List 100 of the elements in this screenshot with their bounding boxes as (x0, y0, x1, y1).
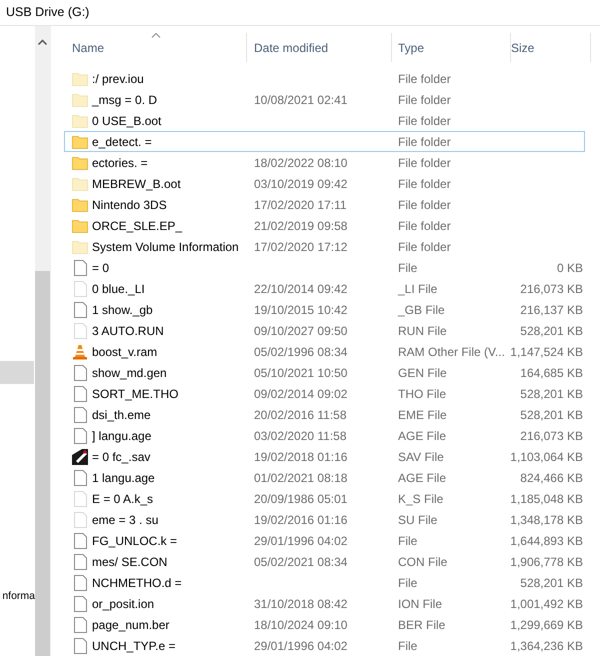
file-row[interactable]: 1 show._gb 19/10/2015 10:42 _GB File 216,137 KB (64, 299, 585, 320)
file-type: File folder (398, 72, 451, 86)
scroll-up-icon[interactable] (38, 39, 47, 45)
file-name: = 0 fc_.sav (92, 448, 150, 466)
file-row[interactable]: E = 0 A.k_s 20/09/1986 05:01 K_S File 1,185,048 KB (64, 488, 585, 509)
file-row[interactable]: page_num.ber 18/10/2024 09:10 BER File 1,299,669 KB (64, 614, 585, 635)
file-type: File folder (398, 176, 451, 190)
nav-item[interactable]: nforma (2, 589, 35, 605)
scroll-thumb[interactable] (35, 271, 50, 656)
file-row[interactable]: FG_UNLOC.k = 29/01/1996 04:02 File 1,644,893 KB (64, 530, 585, 551)
file-type: File (398, 576, 418, 590)
date-modified: 19/10/2015 10:42 (254, 302, 348, 316)
file-row[interactable]: 0 USE_B.oot File folder (64, 110, 585, 131)
file-name: 3 AUTO.RUN (92, 322, 164, 340)
date-modified: 18/02/2022 08:10 (254, 156, 348, 170)
file-row[interactable]: MEBREW_B.oot 03/10/2019 09:42 File folder (64, 173, 585, 194)
file-row[interactable]: eme = 3 . su 19/02/2016 01:16 SU File 1,348,178 KB (64, 509, 585, 530)
file-size: 1,348,178 KB (510, 512, 583, 528)
file-icon (74, 554, 86, 570)
file-row[interactable]: 3 AUTO.RUN 09/10/2027 09:50 RUN File 528,201 KB (64, 320, 585, 341)
file-icon (74, 302, 86, 318)
file-icon (74, 406, 86, 422)
file-type: AGE File (398, 428, 446, 442)
date-modified: 18/10/2024 09:10 (254, 618, 348, 632)
file-type: File folder (398, 240, 451, 254)
file-row[interactable]: boost_v.ram 05/02/1996 08:34 RAM Other File (V... 1,147,524 KB (64, 341, 585, 362)
file-type: File folder (398, 198, 451, 212)
file-name: mes/ SE.CON (92, 554, 168, 570)
file-row[interactable]: System Volume Information 17/02/2020 17:12 File folder (64, 236, 585, 257)
date-modified: 05/02/1996 08:34 (254, 344, 348, 358)
file-name: 0 blue._LI (92, 280, 145, 298)
file-row[interactable]: _msg = 0. D 10/08/2021 02:41 File folder (64, 89, 585, 110)
file-row[interactable]: e_detect. = File folder (64, 131, 585, 152)
file-name: e_detect. = (92, 134, 152, 150)
file-size: 1,906,778 KB (510, 554, 583, 570)
date-modified: 19/02/2016 01:16 (254, 512, 348, 526)
file-name: Nintendo 3DS (92, 196, 167, 214)
folder-icon (72, 114, 88, 128)
file-size: 0 KB (556, 260, 583, 276)
file-type: EME File (398, 408, 447, 422)
date-modified: 17/02/2020 17:11 (254, 198, 347, 212)
file-row[interactable]: or_posit.ion 31/10/2018 08:42 ION File 1,001,492 KB (64, 593, 585, 614)
date-modified: 29/01/1996 04:02 (254, 638, 348, 652)
column-header[interactable]: Name (66, 33, 247, 62)
file-row[interactable]: ORCE_SLE.EP_ 21/02/2019 09:58 File folder (64, 215, 585, 236)
date-modified: 05/02/2021 08:34 (254, 554, 348, 568)
file-row[interactable]: UNCH_TYP.e = 29/01/1996 04:02 File 1,364,236 KB (64, 635, 585, 656)
file-icon (74, 470, 86, 486)
file-type: ION File (398, 596, 442, 610)
file-size: 1,644,893 KB (510, 532, 583, 550)
file-name: 0 USE_B.oot (92, 112, 162, 130)
file-row[interactable]: = 0 File 0 KB (64, 257, 585, 278)
file-type: File (398, 638, 418, 652)
file-name: E = 0 A.k_s (92, 490, 154, 508)
window-title: USB Drive (G:) (6, 4, 90, 22)
date-modified: 03/10/2019 09:42 (254, 176, 348, 190)
date-modified: 29/01/1996 04:02 (254, 534, 348, 548)
file-icon (74, 364, 86, 380)
column-header[interactable]: Size (511, 33, 591, 62)
file-name: ectories. = (92, 154, 148, 172)
file-row[interactable]: 0 blue._LI 22/10/2014 09:42 _LI File 216,073 KB (64, 278, 585, 299)
file-row[interactable]: dsi_th.eme 20/02/2016 11:58 EME File 528,201 KB (64, 404, 585, 425)
folder-icon (72, 92, 88, 106)
file-size: 164,685 KB (520, 364, 583, 382)
file-row[interactable]: show_md.gen 05/10/2021 10:50 GEN File 164,685 KB (64, 362, 585, 383)
file-row[interactable]: Nintendo 3DS 17/02/2020 17:11 File folder (64, 194, 585, 215)
file-type: GEN File (398, 366, 447, 380)
file-row[interactable]: NCHMETHO.d = File 528,201 KB (64, 572, 585, 593)
file-type: BER File (398, 618, 446, 632)
date-modified: 20/02/2016 11:58 (254, 408, 347, 422)
sort-ascending-icon (152, 33, 160, 38)
file-row[interactable]: mes/ SE.CON 05/02/2021 08:34 CON File 1,906,778 KB (64, 551, 585, 572)
file-row[interactable]: ectories. = 18/02/2022 08:10 File folder (64, 152, 585, 173)
file-name: dsi_th.eme (92, 406, 151, 424)
file-type: File folder (398, 114, 451, 128)
file-row[interactable]: 1 langu.age 01/02/2021 08:18 AGE File 824,466 KB (64, 467, 585, 488)
folder-icon (72, 156, 88, 170)
file-row[interactable]: ] langu.age 03/02/2020 11:58 AGE File 216,073 KB (64, 425, 585, 446)
file-row[interactable]: :/ prev.iou File folder (64, 68, 585, 89)
file-type: THO File (398, 386, 446, 400)
file-size: 528,201 KB (520, 406, 583, 424)
file-row[interactable]: = 0 fc_.sav 19/02/2018 01:16 SAV File 1,103,064 KB (64, 446, 585, 467)
column-header[interactable]: Type (392, 33, 511, 62)
file-type: SAV File (398, 450, 444, 464)
file-icon (74, 512, 86, 528)
file-type: K_S File (398, 492, 444, 506)
date-modified: 01/02/2021 08:18 (254, 470, 348, 484)
date-modified: 19/02/2018 01:16 (254, 450, 348, 464)
file-icon (74, 616, 86, 632)
date-modified: 10/08/2021 02:41 (254, 92, 348, 106)
file-type: File (398, 534, 418, 548)
file-name: _msg = 0. D (92, 92, 158, 108)
nav-scrollbar[interactable] (35, 26, 50, 656)
file-type: File folder (398, 218, 451, 232)
file-row[interactable]: SORT_ME.THO 09/02/2014 09:02 THO File 528,201 KB (64, 383, 585, 404)
file-type: File folder (398, 134, 451, 148)
column-header[interactable]: Date modified (247, 33, 392, 62)
file-type: RAM Other File (V... (398, 344, 505, 358)
date-modified: 22/10/2014 09:42 (254, 282, 348, 296)
file-name: 1 show._gb (92, 302, 153, 318)
